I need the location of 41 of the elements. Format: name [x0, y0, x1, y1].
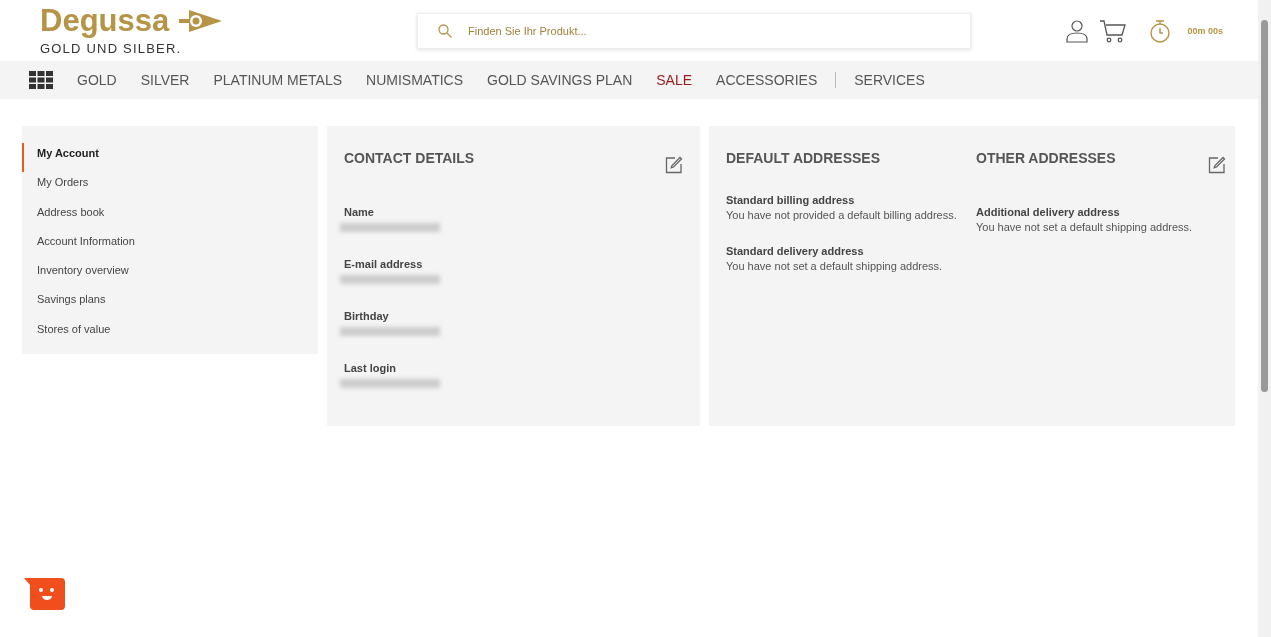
nav-link[interactable]: GOLD — [65, 72, 129, 88]
edit-icon[interactable] — [665, 156, 683, 174]
nav-link[interactable]: SALE — [644, 72, 705, 88]
nav-link[interactable]: ACCESSORIES — [704, 72, 830, 88]
search-icon — [438, 23, 452, 38]
sidebar-item[interactable]: Address book — [22, 201, 318, 231]
nav-link[interactable]: SERVICES — [842, 72, 937, 88]
address-label: Standard delivery address — [726, 245, 865, 257]
sidebar-item[interactable]: Account Information — [22, 230, 318, 261]
timer-text: 00m 00s — [1187, 25, 1223, 36]
nav-link[interactable]: PLATINUM METALS — [201, 72, 355, 88]
menu-icon[interactable] — [29, 71, 53, 89]
search-field[interactable]: Finden Sie Ihr Produkt... — [417, 12, 971, 49]
field-label: Last login — [344, 362, 397, 374]
stopwatch-icon — [1149, 18, 1172, 43]
field-label: Name — [344, 206, 375, 218]
sidebar-item[interactable]: Stores of value — [22, 318, 318, 349]
nav-link[interactable]: NUMISMATICS — [354, 72, 476, 88]
address-note: You have not set a default shipping address. — [726, 259, 944, 274]
nav-link[interactable]: SILVER — [128, 72, 202, 88]
tagline: GOLD UND SILBER. — [40, 41, 183, 56]
card-title: DEFAULT ADDRESSES — [726, 150, 880, 166]
sidebar-item[interactable]: My Account — [22, 143, 318, 173]
field-label: Birthday — [344, 310, 390, 322]
cart-icon[interactable] — [1099, 18, 1128, 43]
edit-icon[interactable] — [1208, 156, 1226, 174]
chat-icon[interactable] — [22, 577, 66, 611]
sidebar-item[interactable]: My Orders — [22, 172, 318, 202]
sidebar-item[interactable]: Inventory overview — [22, 260, 318, 290]
logo-icon — [177, 9, 224, 33]
address-note: You have not provided a default billing address. — [726, 208, 958, 223]
address-note: You have not set a default shipping address. — [976, 220, 1194, 235]
user-icon[interactable] — [1065, 18, 1090, 43]
address-label: Additional delivery address — [976, 206, 1121, 218]
card-title: CONTACT DETAILS — [344, 150, 475, 166]
scrollbar[interactable] — [1258, 0, 1271, 637]
field-label: E-mail address — [344, 258, 424, 270]
nav-link[interactable]: GOLD SAVINGS PLAN — [475, 72, 645, 88]
card-title: OTHER ADDRESSES — [976, 150, 1116, 166]
address-label: Standard billing address — [726, 194, 856, 206]
sidebar-item[interactable]: Savings plans — [22, 289, 318, 319]
